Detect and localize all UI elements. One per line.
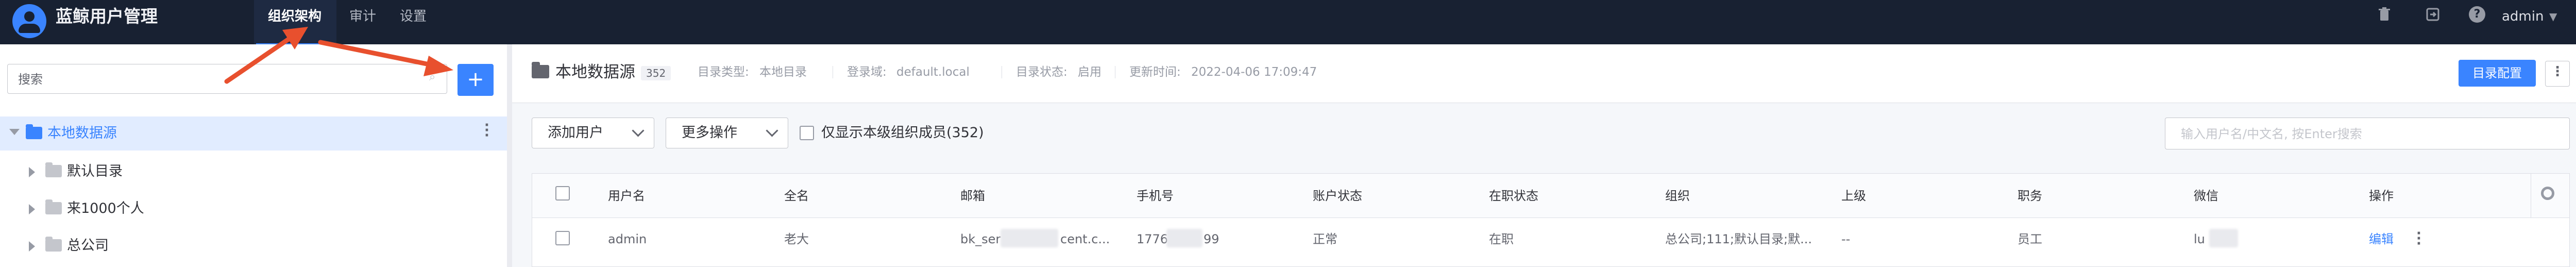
update-time-label: 更新时间: [1129,65,1181,79]
add-directory-button[interactable]: + [457,64,494,96]
more-actions-dropdown[interactable]: 更多操作 [666,118,788,148]
chevron-down-icon [632,124,645,137]
page-title: 本地数据源 [555,63,635,81]
top-navigation-bar [0,0,2576,44]
more-options-button[interactable]: ⋮ [2545,61,2570,87]
tree-item-1000-people[interactable]: 来1000个人 [0,192,507,226]
only-current-level-checkbox[interactable] [800,126,814,140]
tree-item-label: 总公司 [67,238,109,254]
column-email: 邮箱 [960,189,985,203]
cell-organization: 总公司;111;默认目录;默... [1665,232,1812,246]
column-actions: 操作 [2369,189,2394,203]
login-domain-label: 登录域: [847,65,887,79]
row-more-icon[interactable]: · · · [2416,227,2421,251]
cell-wechat: lu [2194,232,2205,246]
row-checkbox[interactable] [555,231,570,245]
export-icon[interactable] [2425,6,2441,23]
directory-config-button[interactable]: 目录配置 [2459,60,2536,87]
tree-item-head-office[interactable]: 总公司 [0,229,507,263]
gear-icon[interactable] [2541,187,2554,200]
cell-superior: -- [1841,232,1851,246]
column-organization: 组织 [1665,189,1690,203]
cell-employment-status: 在职 [1489,232,1514,246]
cell-fullname: 老大 [784,232,809,246]
tree-item-local-datasource[interactable]: 本地数据源 · · · [0,116,507,151]
user-search-field[interactable] [2165,118,2570,150]
directory-type-label: 目录类型: [698,65,749,79]
chevron-down-icon[interactable]: ▼ [2549,5,2557,28]
tree-search-field[interactable]: ⌕ [7,64,447,94]
cell-phone-start: 1776 [1137,232,1168,246]
folder-icon [45,237,62,252]
column-fullname: 全名 [784,189,809,203]
tree-search-input[interactable] [17,64,421,94]
nav-tab-organization[interactable]: 组织架构 [268,5,321,28]
more-actions-label: 更多操作 [682,125,737,141]
column-account-status: 账户状态 [1313,189,1362,203]
more-options-icon[interactable]: · · · [484,119,489,142]
add-user-dropdown[interactable]: 添加用户 [532,118,654,148]
directory-status-label: 目录状态: [1016,65,1067,79]
logo-icon [12,4,46,38]
member-count-badge: 352 [641,66,671,80]
redacted-email [1001,229,1058,247]
cell-position: 员工 [2018,232,2042,246]
chevron-down-icon [766,124,778,137]
tree-item-label: 默认目录 [67,163,123,179]
column-position: 职务 [2018,189,2042,203]
cell-account-status: 正常 [1313,232,1337,246]
app-title: 蓝鲸用户管理 [56,6,158,26]
directory-status-value: 启用 [1078,65,1101,79]
nav-tab-settings[interactable]: 设置 [400,5,427,28]
tree-item-default-directory[interactable]: 默认目录 [0,155,507,189]
redacted-wechat [2209,229,2238,247]
user-menu[interactable]: admin [2502,5,2544,28]
caret-right-icon[interactable] [29,167,35,177]
column-phone: 手机号 [1137,189,1174,203]
cell-email-start: bk_ser [960,232,1001,246]
only-current-level-label[interactable]: 仅显示本级组织成员(352) [821,122,984,144]
column-superior: 上级 [1841,189,1866,203]
tree-item-label: 本地数据源 [47,125,117,141]
login-domain-value: default.local [896,65,970,79]
sidebar-scrollbar[interactable] [507,44,512,267]
caret-right-icon[interactable] [29,204,35,214]
user-search-input[interactable] [2180,118,2553,150]
directory-type-value: 本地目录 [759,65,807,79]
edit-user-link[interactable]: 编辑 [2369,228,2394,251]
caret-down-icon[interactable] [9,129,20,135]
update-time-value: 2022-04-06 17:09:47 [1191,65,1317,79]
folder-icon [532,62,549,78]
nav-tab-audit[interactable]: 审计 [349,5,376,28]
folder-icon [45,162,62,177]
column-wechat: 微信 [2194,189,2218,203]
search-icon: ⌕ [429,71,436,84]
caret-right-icon[interactable] [29,241,35,252]
select-all-checkbox[interactable] [555,186,570,201]
tree-item-label: 来1000个人 [67,201,144,216]
column-username: 用户名 [608,189,645,203]
cell-email-end: cent.c... [1060,232,1110,246]
table-header [532,174,2569,218]
trash-icon[interactable] [2376,6,2393,23]
redacted-phone [1166,229,1202,247]
directory-header [512,44,2576,103]
help-icon[interactable]: ? [2469,6,2485,23]
add-user-label: 添加用户 [548,125,603,141]
cell-phone-end: 99 [1204,232,1219,246]
cell-username[interactable]: admin [608,228,647,251]
column-employment-status: 在职状态 [1489,189,1538,203]
folder-icon [45,199,62,214]
folder-icon [26,124,42,139]
